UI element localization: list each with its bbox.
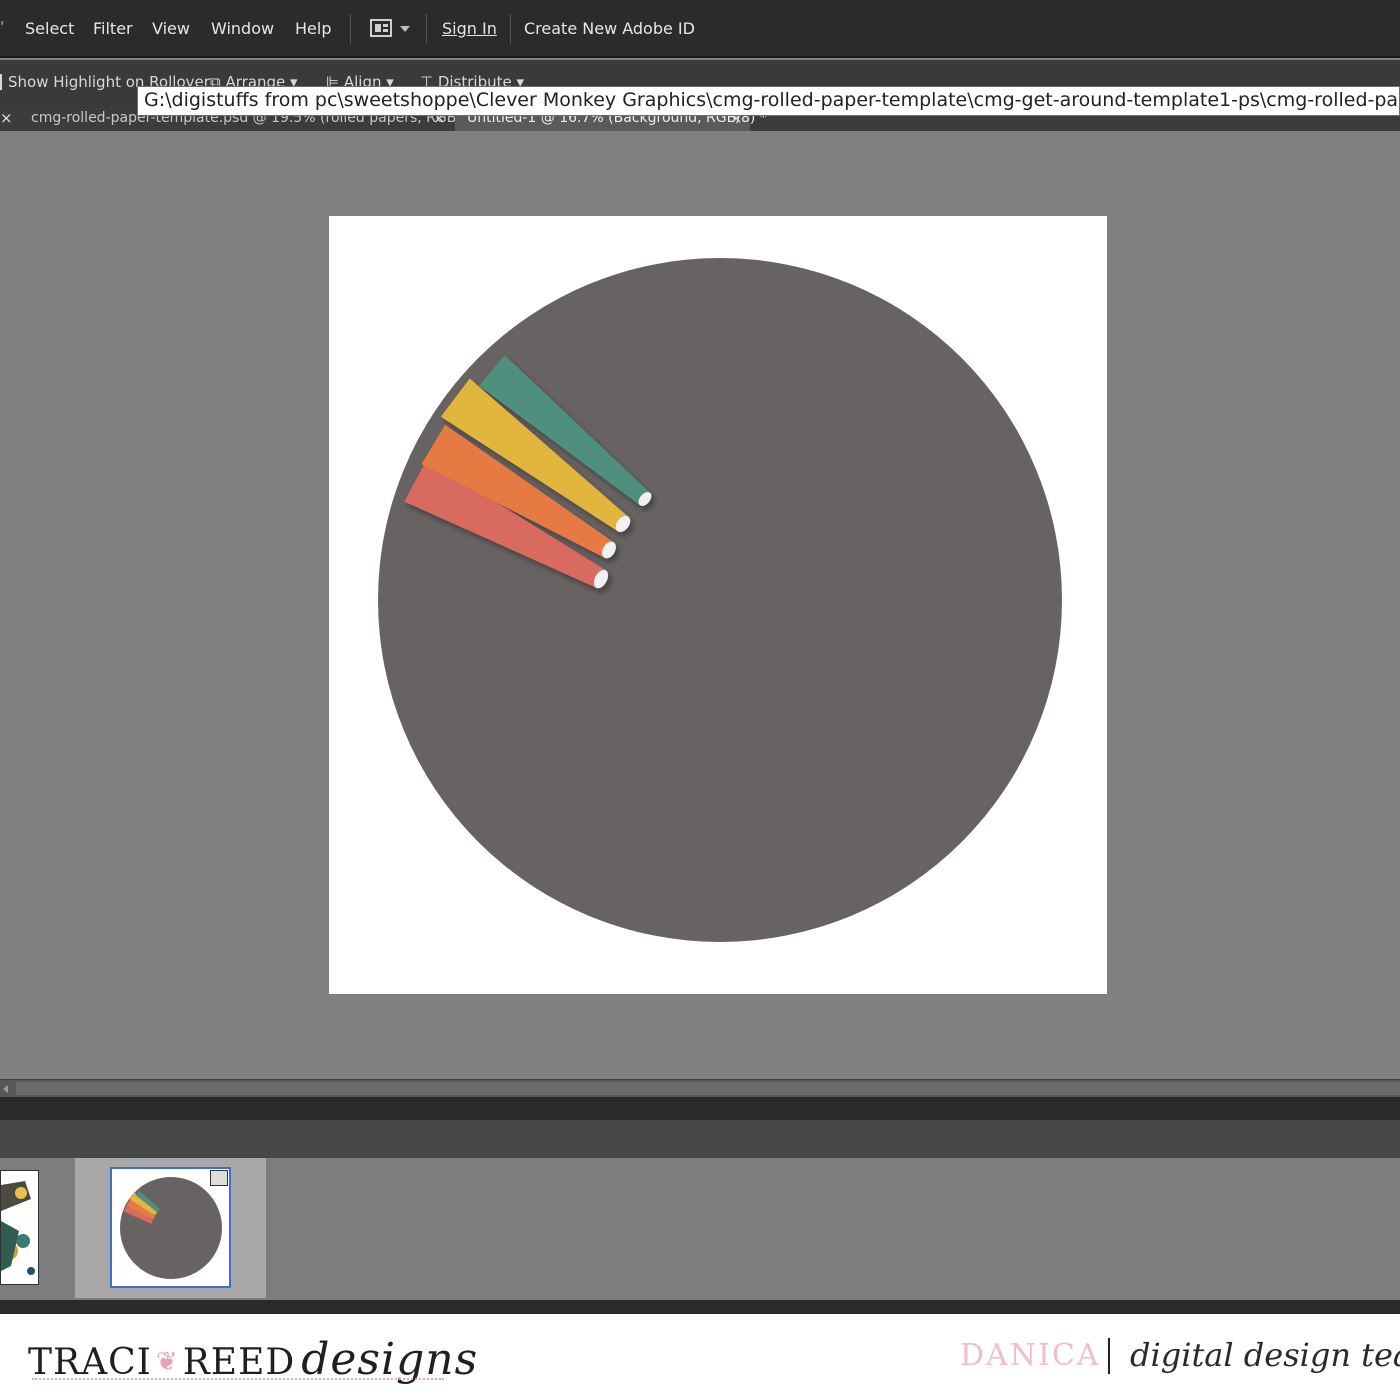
menu-divider [350, 14, 351, 44]
team-label: digital design team [1130, 1336, 1400, 1374]
menu-bar: ʹ Select Filter View Window Help Sign In… [0, 0, 1400, 58]
horizontal-scrollbar[interactable] [0, 1079, 1400, 1097]
status-strip [0, 1097, 1400, 1120]
thumbnail-1-artwork [1, 1171, 38, 1284]
file-path-tooltip: G:\digistuffs from pc\sweetshoppe\Clever… [137, 86, 1400, 116]
menu-item-view[interactable]: View [152, 19, 190, 38]
thumbnail-document-1[interactable] [0, 1170, 39, 1285]
scrollbar-track[interactable] [16, 1082, 1400, 1095]
team-member-name: DANICA [960, 1338, 1101, 1373]
workspace-layout-button[interactable] [368, 16, 413, 42]
document-canvas[interactable] [329, 216, 1107, 994]
gray-circle [378, 258, 1062, 942]
thumbnail-2-artwork [120, 1177, 222, 1279]
brand-word-1: TRACI [28, 1342, 152, 1383]
menu-item-help[interactable]: Help [295, 19, 331, 38]
menu-item-filter[interactable]: Filter [93, 19, 133, 38]
checkbox-icon[interactable] [0, 74, 4, 90]
menu-item-select[interactable]: Select [25, 19, 74, 38]
menu-divider [426, 14, 427, 44]
footer-divider [1108, 1338, 1110, 1374]
scroll-left-icon[interactable] [3, 1085, 8, 1093]
brand-word-2: REED [182, 1342, 296, 1383]
brand-underline [32, 1378, 444, 1380]
close-icon[interactable]: × [0, 109, 13, 127]
sign-in-link[interactable]: Sign In [442, 19, 497, 38]
create-adobe-id-link[interactable]: Create New Adobe ID [524, 19, 695, 38]
menu-divider [510, 14, 511, 44]
bottom-panel-border [0, 1300, 1400, 1314]
open-document-icon [210, 1170, 228, 1186]
chevron-down-icon [400, 26, 410, 32]
butterfly-icon: ❦ [155, 1347, 179, 1377]
menu-item-window[interactable]: Window [211, 19, 274, 38]
canvas-artwork [378, 258, 1062, 942]
menu-item-partial[interactable]: ʹ [0, 19, 4, 38]
layout-icon [370, 19, 392, 37]
project-bin-header [0, 1120, 1400, 1158]
